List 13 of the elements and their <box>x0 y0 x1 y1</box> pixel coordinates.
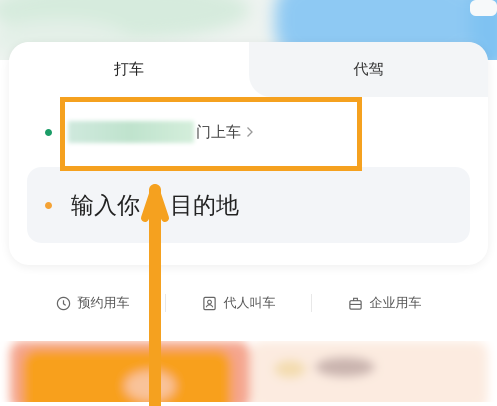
briefcase-icon <box>348 296 362 310</box>
clock-icon <box>56 296 70 310</box>
contact-card-icon <box>202 296 216 310</box>
pickup-dot <box>45 128 52 136</box>
shortcut-item[interactable]: 企业用车 <box>312 294 457 312</box>
destination-field[interactable]: 输入你 目的地 <box>27 167 470 243</box>
pickup-label[interactable]: 门上车 <box>196 122 241 142</box>
shortcut-item[interactable]: 预约用车 <box>20 294 165 312</box>
tab[interactable]: 打车 <box>9 42 248 97</box>
destination-dot <box>45 202 52 208</box>
shortcut-item[interactable]: 代人叫车 <box>166 294 311 312</box>
tab[interactable]: 代驾 <box>248 42 488 97</box>
chevron-right-icon <box>246 126 254 138</box>
